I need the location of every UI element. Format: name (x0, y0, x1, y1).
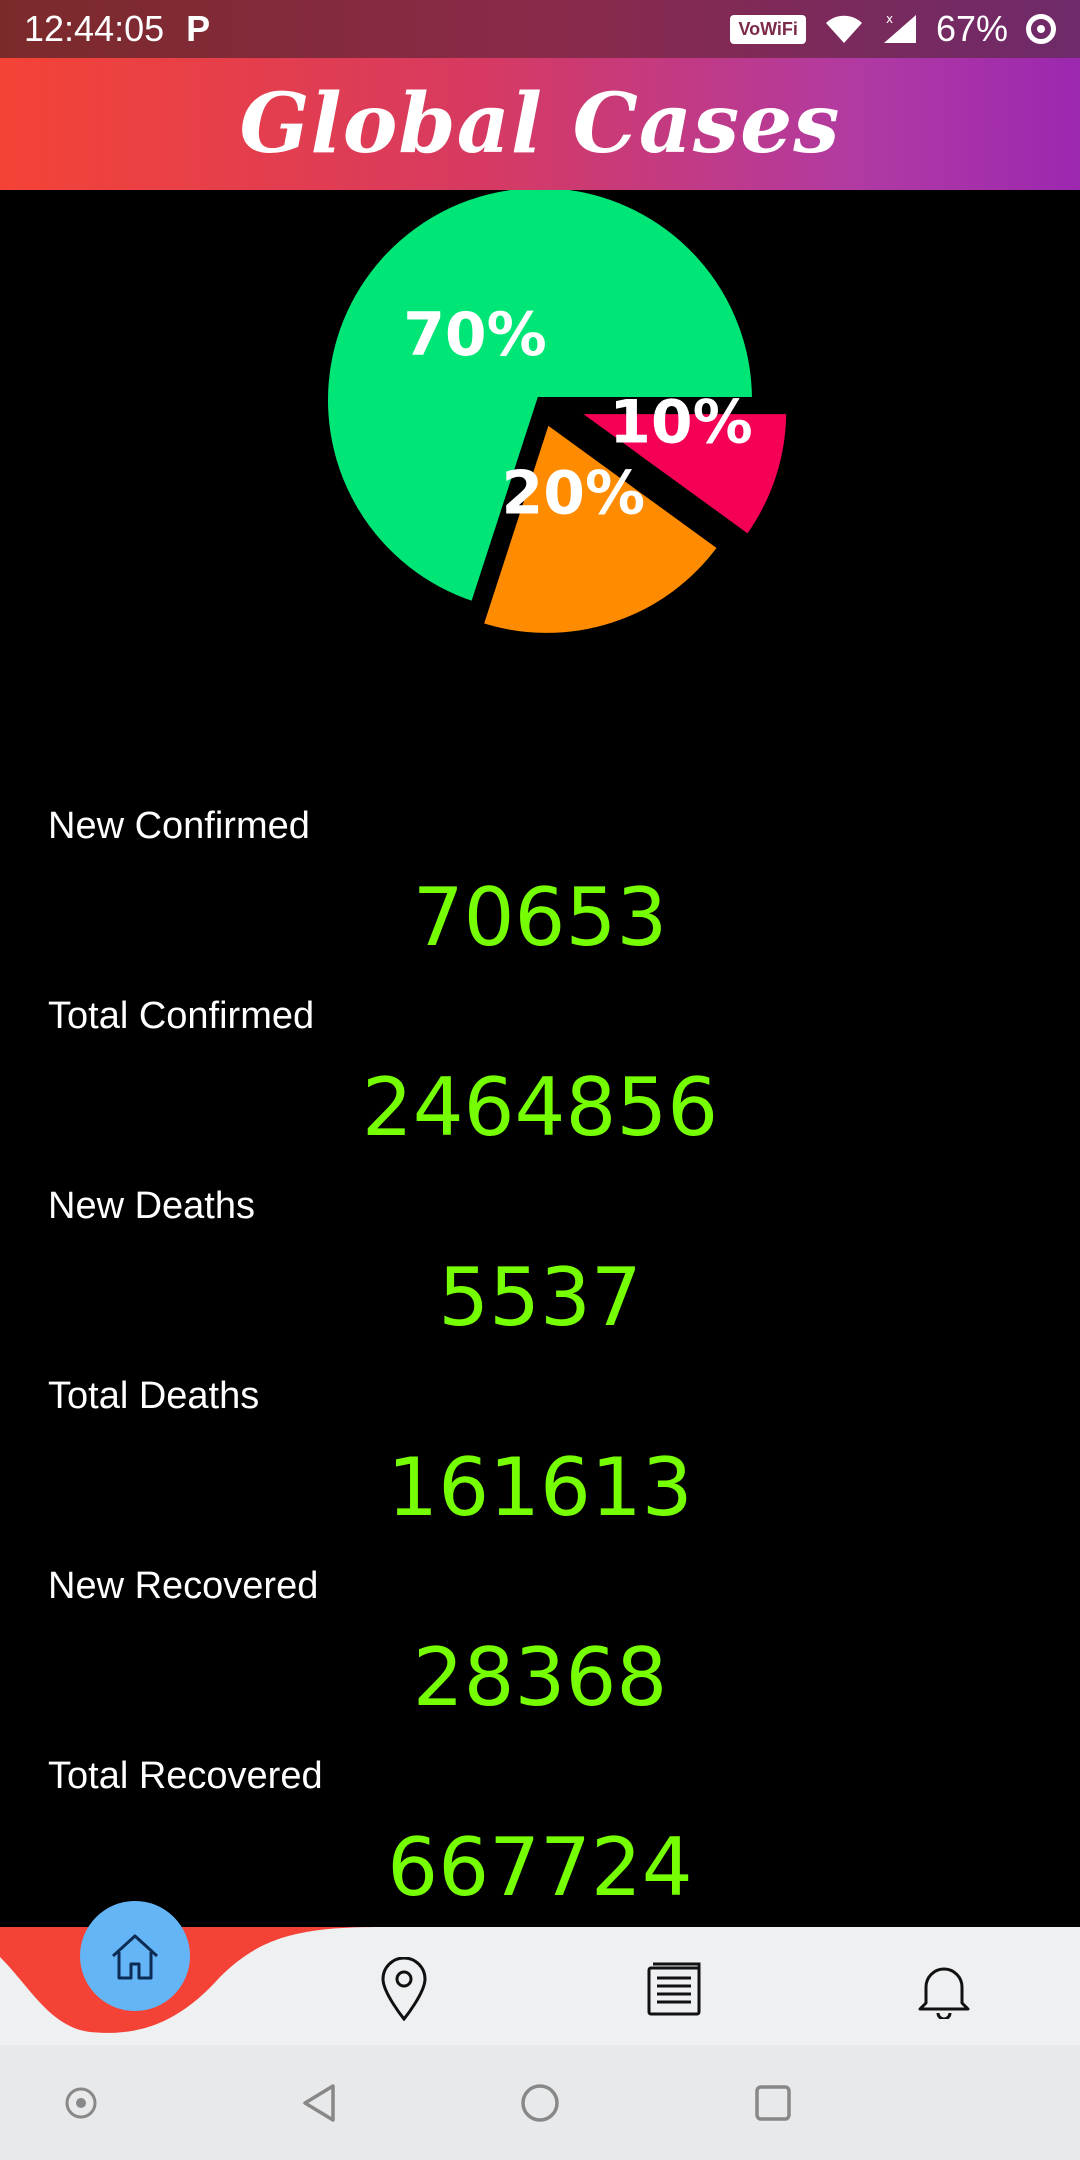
newspaper-icon (647, 1962, 701, 2016)
stat-label: Total Recovered (48, 1755, 323, 1797)
stat-new-recovered: New Recovered 28368 (0, 1565, 1080, 1755)
stat-label: New Deaths (48, 1185, 255, 1227)
battery-percent: 67% (935, 8, 1008, 49)
stat-total-confirmed: Total Confirmed 2464856 (0, 995, 1080, 1185)
back-button[interactable] (296, 2080, 342, 2126)
screen: 12:44:05 P VoWiFi x 67% Global Cases 70%… (0, 0, 1080, 2160)
svg-text:x: x (886, 13, 893, 26)
assistant-icon (65, 2087, 97, 2119)
recents-icon (755, 2085, 791, 2121)
pie-label-70: 70% (403, 300, 547, 370)
system-nav-bar (0, 2045, 1080, 2160)
home-circle-icon (521, 2084, 559, 2122)
status-right: VoWiFi x 67% (730, 8, 1056, 50)
stat-label: New Recovered (48, 1565, 319, 1607)
nav-notifications-button[interactable] (904, 1949, 984, 2029)
nav-wave-shape (0, 1927, 380, 2033)
stat-value: 5537 (438, 1251, 642, 1344)
signal-icon: x (883, 13, 916, 43)
stat-new-deaths: New Deaths 5537 (0, 1185, 1080, 1375)
nav-home-button[interactable] (80, 1901, 190, 2011)
nav-location-button[interactable] (364, 1949, 444, 2029)
stat-value: 667724 (387, 1821, 693, 1914)
assistant-button[interactable] (58, 2080, 104, 2126)
stat-value: 2464856 (361, 1061, 719, 1154)
stat-value: 161613 (387, 1441, 693, 1534)
nav-news-button[interactable] (634, 1949, 714, 2029)
stat-label: New Confirmed (48, 805, 310, 847)
location-pin-icon (381, 1957, 427, 2021)
pie-chart-svg: 70% 20%10% (322, 182, 793, 639)
pie-chart: 70% 20% 10% (0, 182, 1080, 710)
bell-icon (918, 1967, 970, 2019)
home-icon (111, 1934, 159, 1980)
stat-value: 28368 (412, 1631, 668, 1724)
pie-label-10: 10% (609, 387, 753, 457)
back-icon (303, 2084, 335, 2122)
stats-list: New Confirmed 70653 Total Confirmed 2464… (0, 805, 1080, 1945)
status-bar: 12:44:05 P VoWiFi x 67% (0, 0, 1080, 58)
pie-label-20: 20% (502, 458, 646, 528)
page-title: Global Cases (239, 76, 841, 172)
parking-app-icon: P (186, 8, 211, 49)
stat-label: Total Confirmed (48, 995, 315, 1037)
stat-label: Total Deaths (48, 1375, 260, 1417)
app-header: Global Cases (0, 58, 1080, 190)
stat-value: 70653 (412, 871, 668, 964)
battery-saver-icon (1026, 14, 1056, 44)
stat-new-confirmed: New Confirmed 70653 (0, 805, 1080, 995)
home-system-button[interactable] (517, 2080, 563, 2126)
recents-button[interactable] (750, 2080, 796, 2126)
wifi-icon (825, 15, 862, 43)
status-time: 12:44:05 (24, 8, 165, 49)
bottom-nav (0, 1901, 1080, 2045)
stat-total-deaths: Total Deaths 161613 (0, 1375, 1080, 1565)
vowifi-badge: VoWiFi (730, 14, 806, 44)
